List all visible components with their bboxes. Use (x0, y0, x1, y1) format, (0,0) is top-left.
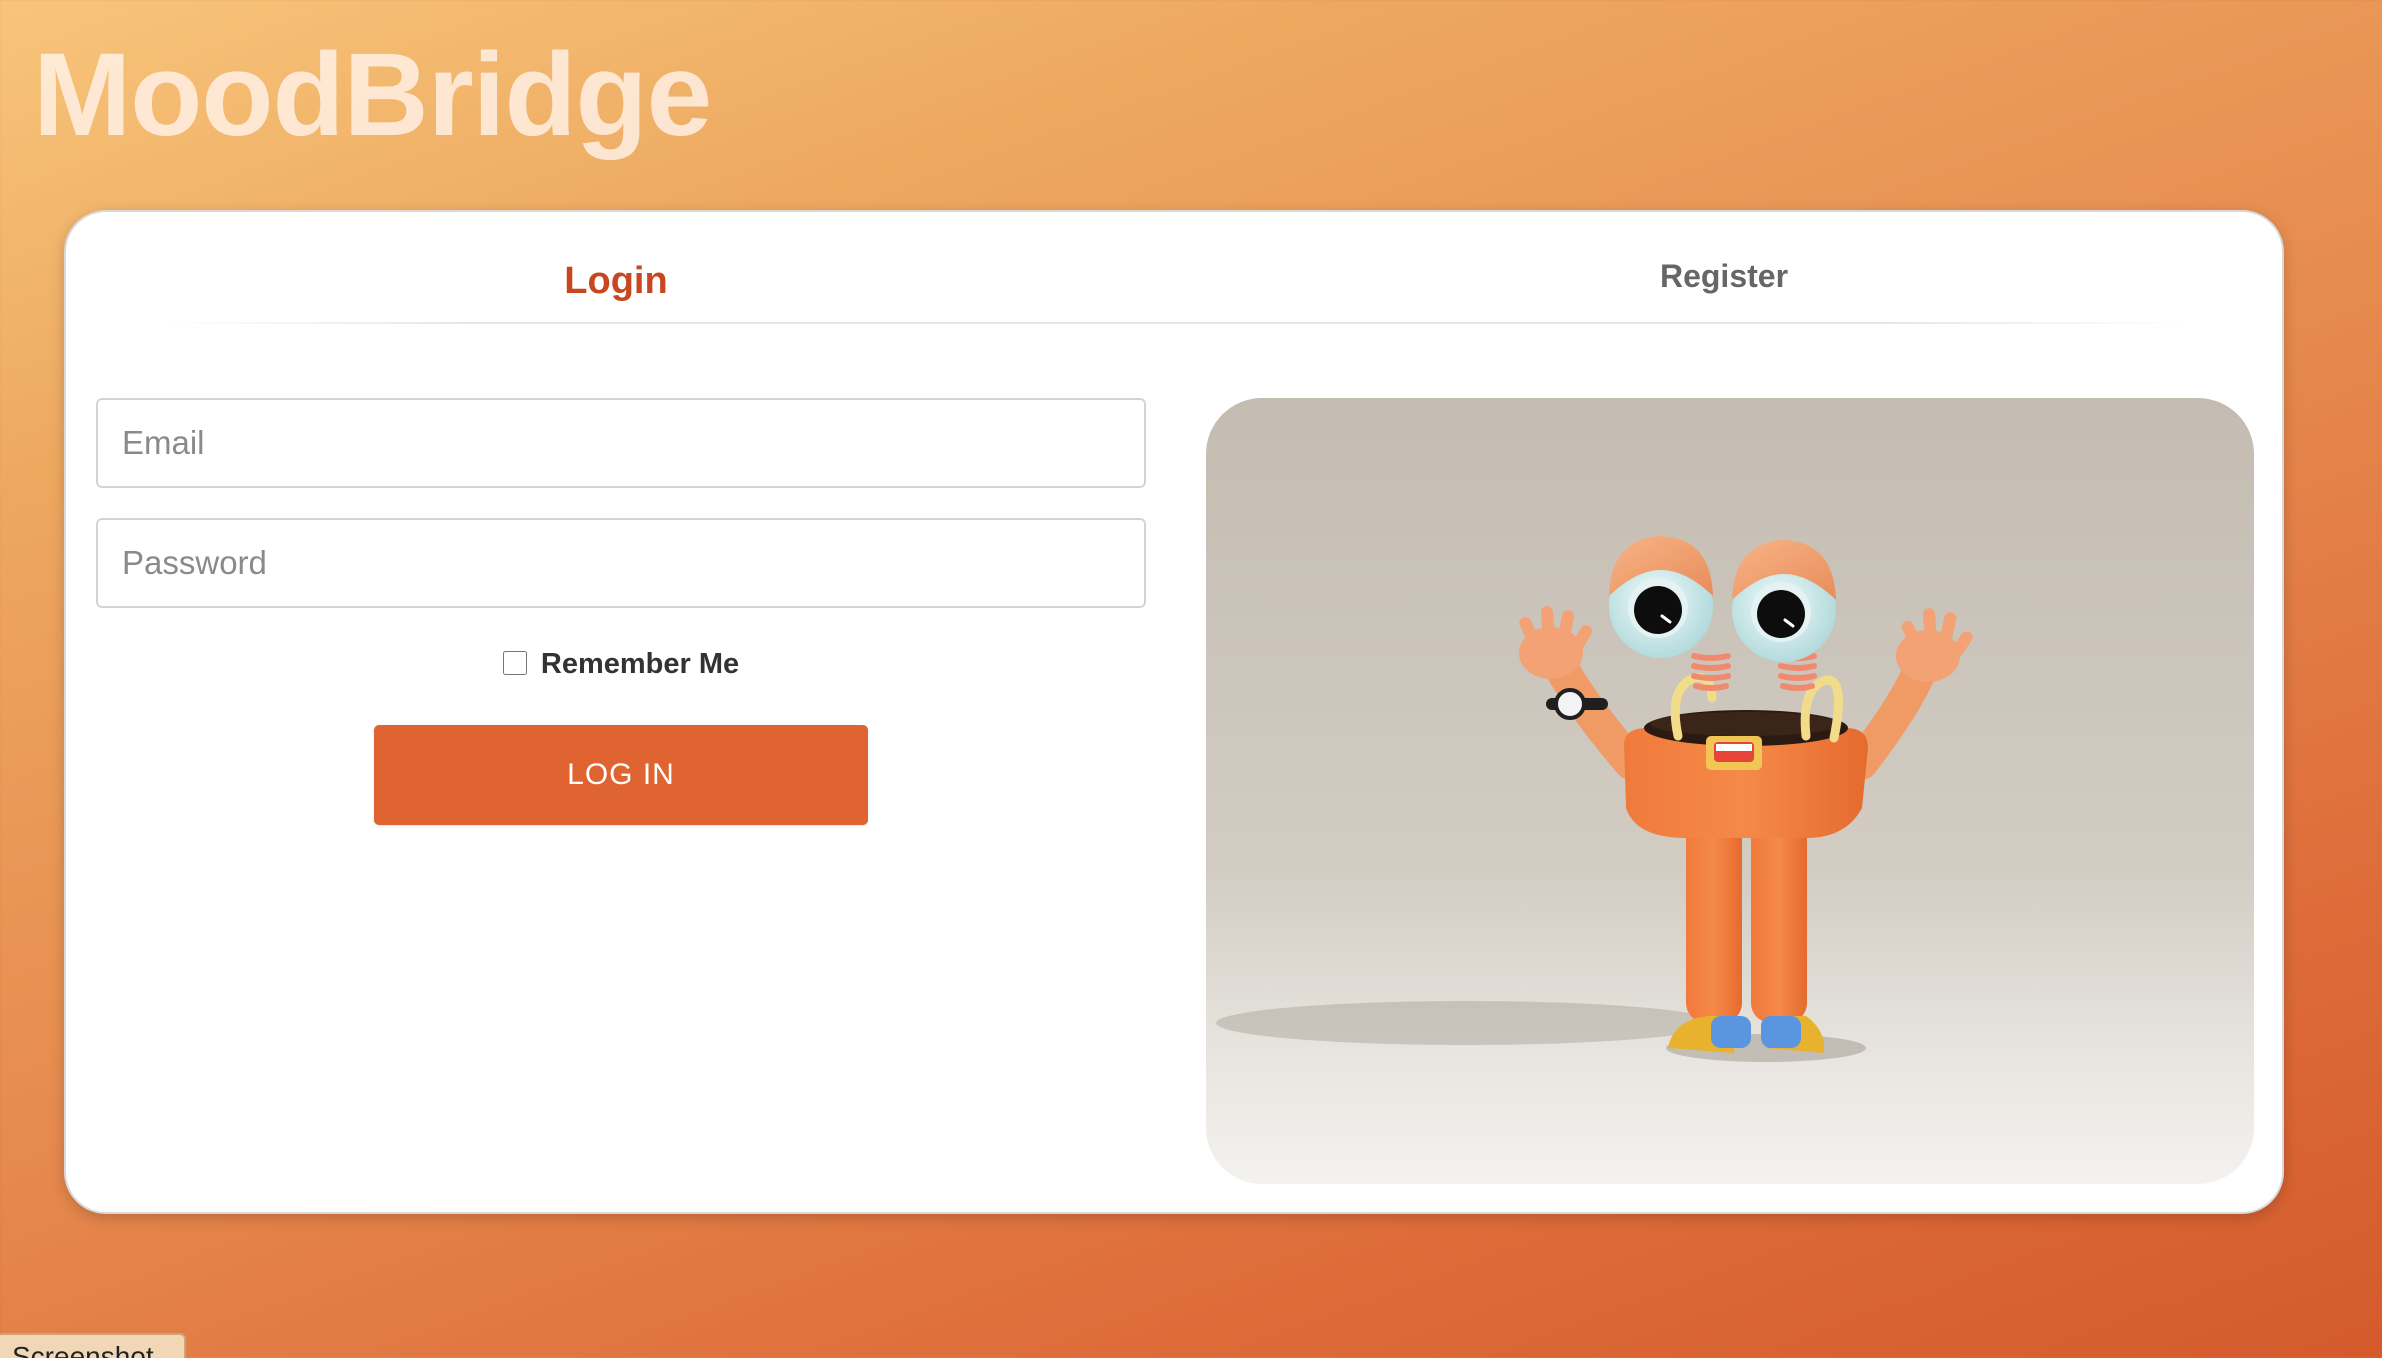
tab-divider (166, 322, 2186, 324)
password-input[interactable] (96, 518, 1146, 608)
login-button[interactable]: LOG IN (374, 725, 868, 825)
tab-login[interactable]: Login (66, 260, 1166, 303)
tab-register[interactable]: Register (1174, 258, 2274, 295)
remember-me-row: Remember Me (96, 644, 1146, 684)
remember-me-label[interactable]: Remember Me (541, 648, 739, 680)
screenshot-button[interactable]: Screenshot (0, 1333, 186, 1358)
cartoon-character-waving-icon (1206, 398, 2254, 1184)
email-input[interactable] (96, 398, 1146, 488)
login-form: Remember Me LOG IN (96, 398, 1146, 825)
illustration-panel (1206, 398, 2254, 1184)
auth-card: Login Register Remember Me LOG IN (64, 210, 2284, 1214)
app-title: MoodBridge (33, 29, 712, 161)
remember-me-checkbox[interactable] (502, 651, 527, 675)
auth-tabs: Login Register (66, 212, 2282, 327)
